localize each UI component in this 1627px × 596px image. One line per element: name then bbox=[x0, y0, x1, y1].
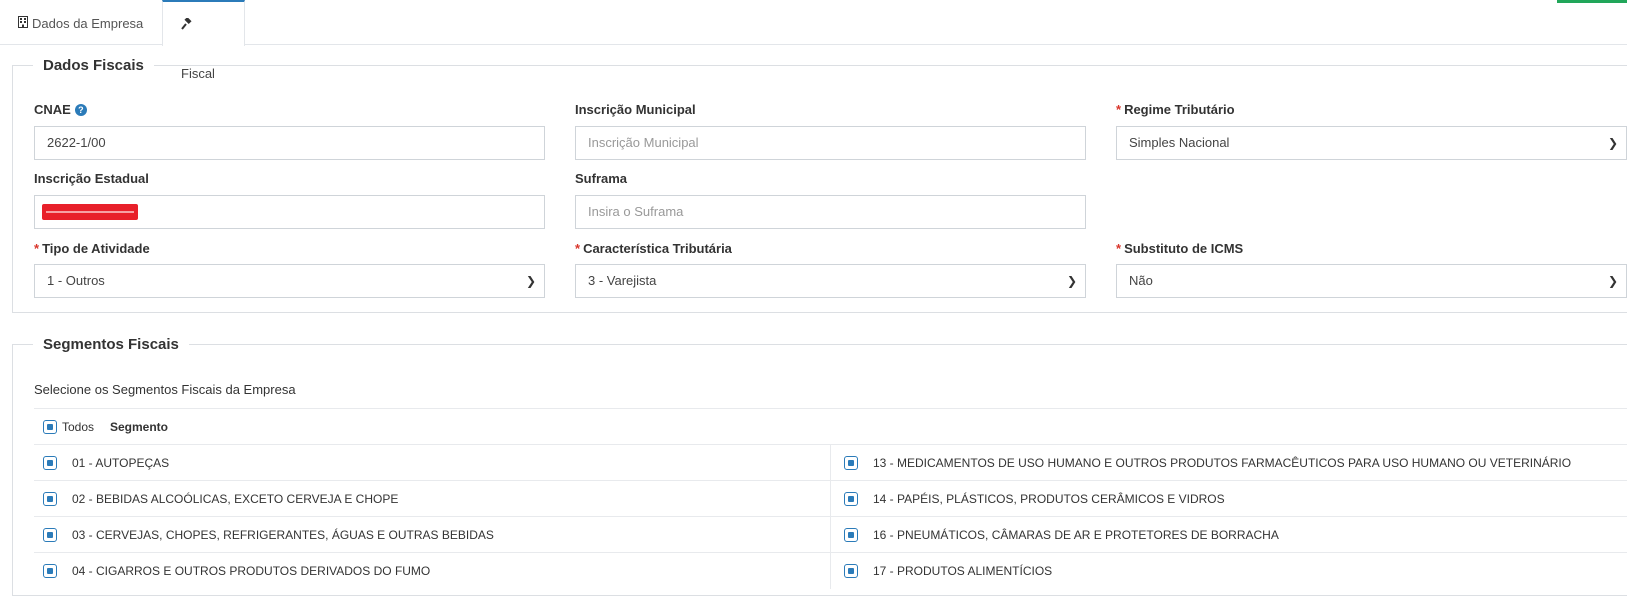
regime-label: * Regime Tributário bbox=[1116, 102, 1235, 117]
segment-checkbox[interactable] bbox=[43, 564, 57, 578]
caracteristica-label: * Característica Tributária bbox=[575, 241, 732, 256]
segment-label: 02 - BEBIDAS ALCOÓLICAS, EXCETO CERVEJA … bbox=[72, 492, 399, 506]
building-icon bbox=[18, 0, 28, 48]
chevron-down-icon: ❯ bbox=[1607, 274, 1618, 288]
tipo-atividade-label: * Tipo de Atividade bbox=[34, 241, 150, 256]
segment-checkbox[interactable] bbox=[43, 456, 57, 470]
cnae-input[interactable]: 2622-1/00 bbox=[34, 126, 545, 160]
segmentos-description: Selecione os Segmentos Fiscais da Empres… bbox=[34, 382, 296, 397]
segment-checkbox[interactable] bbox=[43, 492, 57, 506]
table-row: 04 - CIGARROS E OUTROS PRODUTOS DERIVADO… bbox=[34, 552, 1627, 589]
table-header: Todos Segmento bbox=[34, 408, 1627, 444]
substituto-label: * Substituto de ICMS bbox=[1116, 241, 1244, 256]
tab-dados-empresa[interactable]: Dados da Empresa bbox=[0, 0, 161, 45]
segment-checkbox[interactable] bbox=[844, 528, 858, 542]
regime-select[interactable]: Simples Nacional ❯ bbox=[1116, 126, 1627, 160]
inscricao-municipal-field[interactable] bbox=[588, 128, 1073, 158]
table-row: 01 - AUTOPEÇAS 13 - MEDICAMENTOS DE USO … bbox=[34, 444, 1627, 481]
section-title: Dados Fiscais bbox=[43, 57, 144, 74]
tab-fiscal[interactable]: Fiscal bbox=[162, 0, 245, 81]
segment-label: 13 - MEDICAMENTOS DE USO HUMANO E OUTROS… bbox=[873, 456, 1572, 470]
substituto-select[interactable]: Não ❯ bbox=[1116, 264, 1627, 298]
tab-label: Dados da Empresa bbox=[32, 16, 144, 31]
inscricao-municipal-input[interactable] bbox=[575, 126, 1086, 160]
suframa-label: Suframa bbox=[575, 171, 628, 186]
tab-bar: Dados da Empresa Fiscal bbox=[0, 0, 1627, 81]
action-button-edge[interactable] bbox=[1557, 0, 1627, 3]
table-row: 03 - CERVEJAS, CHOPES, REFRIGERANTES, ÁG… bbox=[34, 516, 1627, 553]
column-divider bbox=[830, 445, 831, 481]
chevron-down-icon: ❯ bbox=[1066, 274, 1077, 288]
select-all-checkbox[interactable] bbox=[43, 420, 57, 434]
segment-checkbox[interactable] bbox=[43, 528, 57, 542]
column-divider bbox=[830, 481, 831, 517]
column-divider bbox=[830, 517, 831, 553]
gavel-icon bbox=[181, 2, 193, 50]
chevron-down-icon: ❯ bbox=[525, 274, 536, 288]
cnae-label: CNAE? bbox=[34, 102, 87, 117]
segment-checkbox[interactable] bbox=[844, 456, 858, 470]
segment-label: 14 - PAPÉIS, PLÁSTICOS, PRODUTOS CERÂMIC… bbox=[873, 492, 1225, 506]
column-divider bbox=[830, 553, 831, 589]
segment-checkbox[interactable] bbox=[844, 492, 858, 506]
segment-label: 03 - CERVEJAS, CHOPES, REFRIGERANTES, ÁG… bbox=[72, 528, 494, 542]
segment-label: 17 - PRODUTOS ALIMENTÍCIOS bbox=[873, 564, 1053, 578]
inscricao-estadual-label: Inscrição Estadual bbox=[34, 171, 149, 186]
chevron-down-icon: ❯ bbox=[1607, 136, 1618, 150]
select-all-label: Todos bbox=[62, 420, 95, 434]
segment-checkbox[interactable] bbox=[844, 564, 858, 578]
suframa-field[interactable] bbox=[588, 197, 1073, 227]
redacted-value bbox=[42, 204, 138, 220]
help-icon[interactable]: ? bbox=[74, 104, 87, 116]
section-title: Segmentos Fiscais bbox=[43, 336, 179, 353]
suframa-input[interactable] bbox=[575, 195, 1086, 229]
inscricao-municipal-label: Inscrição Municipal bbox=[575, 102, 696, 117]
inscricao-estadual-input[interactable] bbox=[34, 195, 545, 229]
caracteristica-select[interactable]: 3 - Varejista ❯ bbox=[575, 264, 1086, 298]
segment-label: 01 - AUTOPEÇAS bbox=[72, 456, 170, 470]
segment-label: 16 - PNEUMÁTICOS, CÂMARAS DE AR E PROTET… bbox=[873, 528, 1279, 542]
column-header-segmento: Segmento bbox=[110, 420, 169, 434]
table-row: 02 - BEBIDAS ALCOÓLICAS, EXCETO CERVEJA … bbox=[34, 480, 1627, 517]
tipo-atividade-select[interactable]: 1 - Outros ❯ bbox=[34, 264, 545, 298]
segment-label: 04 - CIGARROS E OUTROS PRODUTOS DERIVADO… bbox=[72, 564, 431, 578]
